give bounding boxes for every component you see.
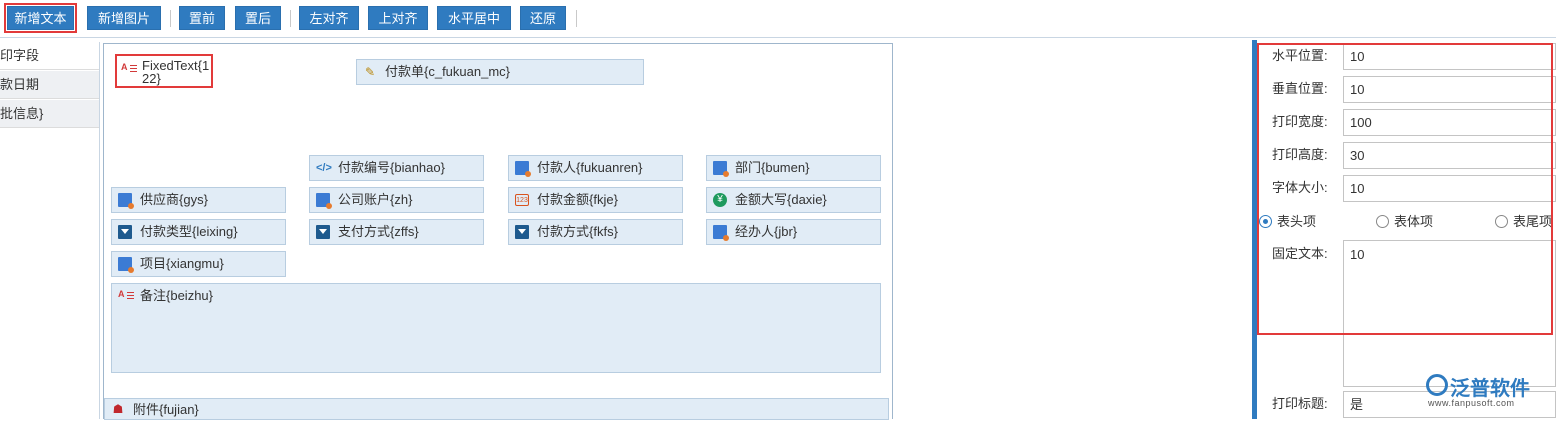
field-label: 付款人{fukuanren} bbox=[537, 160, 643, 175]
field-fukuanren[interactable]: 付款人{fukuanren} bbox=[508, 155, 683, 181]
logo-url: www.fanpusoft.com bbox=[1428, 398, 1515, 408]
code-icon: </> bbox=[316, 162, 332, 174]
field-label: 支付方式{zffs} bbox=[338, 224, 419, 239]
document-icon bbox=[316, 193, 332, 209]
field-fkje[interactable]: 123 付款金额{fkje} bbox=[508, 187, 683, 213]
toolbar: 新增文本 新增图片 置前 置后 左对齐 上对齐 水平居中 还原 bbox=[0, 0, 1556, 38]
field-label: FixedText{122} bbox=[142, 58, 210, 86]
radio-label: 表体项 bbox=[1394, 214, 1434, 229]
pen-icon: ✎ bbox=[364, 65, 376, 79]
field-label: 附件{fujian} bbox=[133, 402, 199, 417]
field-label: 付款类型{leixing} bbox=[140, 224, 238, 239]
height-input[interactable]: 30 bbox=[1343, 142, 1556, 169]
width-label: 打印宽度: bbox=[1272, 114, 1328, 129]
field-label: 备注{beizhu} bbox=[140, 288, 213, 303]
text-icon: A bbox=[118, 289, 134, 303]
field-list: 打印字段 付款日期 审批信息} bbox=[0, 42, 100, 419]
field-label: 付款编号{bianhao} bbox=[338, 160, 445, 175]
document-icon bbox=[713, 161, 729, 177]
title-field[interactable]: ✎ 付款单{c_fukuan_mc} bbox=[356, 59, 644, 85]
width-input[interactable]: 100 bbox=[1343, 109, 1556, 136]
field-label: 公司账户{zh} bbox=[338, 192, 413, 207]
brand-logo: 泛普软件 www.fanpusoft.com bbox=[1426, 372, 1551, 412]
list-item[interactable]: 打印字段 bbox=[0, 42, 99, 70]
toolbar-divider bbox=[576, 10, 577, 27]
v-pos-label: 垂直位置: bbox=[1272, 81, 1328, 96]
dropdown-icon bbox=[316, 225, 330, 239]
field-label: 项目{xiangmu} bbox=[140, 256, 224, 271]
h-pos-label: 水平位置: bbox=[1272, 48, 1328, 63]
bring-front-button[interactable]: 置前 bbox=[179, 6, 225, 30]
field-bumen[interactable]: 部门{bumen} bbox=[706, 155, 881, 181]
font-size-input[interactable]: 10 bbox=[1343, 175, 1556, 202]
dropdown-icon bbox=[515, 225, 529, 239]
field-fujian[interactable]: ☗ 附件{fujian} bbox=[104, 398, 889, 420]
add-image-button[interactable]: 新增图片 bbox=[87, 6, 161, 30]
number-icon: 123 bbox=[515, 194, 529, 206]
field-label: 供应商{gys} bbox=[140, 192, 208, 207]
send-back-button[interactable]: 置后 bbox=[235, 6, 281, 30]
text-icon: A bbox=[121, 62, 137, 76]
add-text-button[interactable]: 新增文本 bbox=[4, 3, 77, 33]
radio-label: 表尾项 bbox=[1513, 214, 1553, 229]
radio-dot[interactable] bbox=[1376, 215, 1389, 228]
field-xiangmu[interactable]: 项目{xiangmu} bbox=[111, 251, 286, 277]
field-label: 经办人{jbr} bbox=[735, 224, 798, 239]
restore-button[interactable]: 还原 bbox=[520, 6, 566, 30]
list-item[interactable]: 审批信息} bbox=[0, 100, 99, 128]
field-leixing[interactable]: 付款类型{leixing} bbox=[111, 219, 286, 245]
v-pos-input[interactable]: 10 bbox=[1343, 76, 1556, 103]
radio-dot[interactable] bbox=[1495, 215, 1508, 228]
field-label: 付款单{c_fukuan_mc} bbox=[385, 64, 511, 79]
font-size-label: 字体大小: bbox=[1272, 180, 1328, 195]
field-daxie[interactable]: ¥ 金额大写{daxie} bbox=[706, 187, 881, 213]
field-label: 付款金额{fkje} bbox=[537, 192, 618, 207]
dropdown-icon bbox=[118, 225, 132, 239]
field-zh[interactable]: 公司账户{zh} bbox=[309, 187, 484, 213]
field-label: 金额大写{daxie} bbox=[735, 192, 827, 207]
document-icon bbox=[515, 161, 531, 177]
fixed-text-textarea[interactable]: 10 bbox=[1343, 240, 1556, 387]
logo-mark-icon bbox=[1426, 374, 1448, 396]
document-icon bbox=[713, 225, 729, 241]
yen-icon: ¥ bbox=[713, 193, 727, 207]
field-zffs[interactable]: 支付方式{zffs} bbox=[309, 219, 484, 245]
field-fkfs[interactable]: 付款方式{fkfs} bbox=[508, 219, 683, 245]
field-beizhu[interactable]: A 备注{beizhu} bbox=[111, 283, 881, 373]
field-label: 付款方式{fkfs} bbox=[537, 224, 618, 239]
field-bianhao[interactable]: </> 付款编号{bianhao} bbox=[309, 155, 484, 181]
document-icon bbox=[118, 257, 134, 273]
field-label: 部门{bumen} bbox=[735, 160, 810, 175]
list-item[interactable]: 付款日期 bbox=[0, 71, 99, 99]
h-pos-input[interactable]: 10 bbox=[1343, 43, 1556, 70]
document-icon bbox=[118, 193, 134, 209]
field-gys[interactable]: 供应商{gys} bbox=[111, 187, 286, 213]
height-label: 打印高度: bbox=[1272, 147, 1328, 162]
radio-label: 表头项 bbox=[1277, 214, 1317, 229]
field-jbr[interactable]: 经办人{jbr} bbox=[706, 219, 881, 245]
toolbar-divider bbox=[290, 10, 291, 27]
logo-name: 泛普软件 bbox=[1450, 378, 1530, 400]
fixed-text-field[interactable]: A FixedText{122} bbox=[115, 54, 213, 88]
radio-dot[interactable] bbox=[1259, 215, 1272, 228]
toolbar-divider bbox=[170, 10, 171, 27]
print-title-label: 打印标题: bbox=[1272, 396, 1328, 411]
align-left-button[interactable]: 左对齐 bbox=[299, 6, 359, 30]
align-top-button[interactable]: 上对齐 bbox=[368, 6, 428, 30]
center-horizontal-button[interactable]: 水平居中 bbox=[437, 6, 511, 30]
fixed-text-label: 固定文本: bbox=[1272, 246, 1328, 261]
attachment-icon: ☗ bbox=[112, 402, 124, 416]
